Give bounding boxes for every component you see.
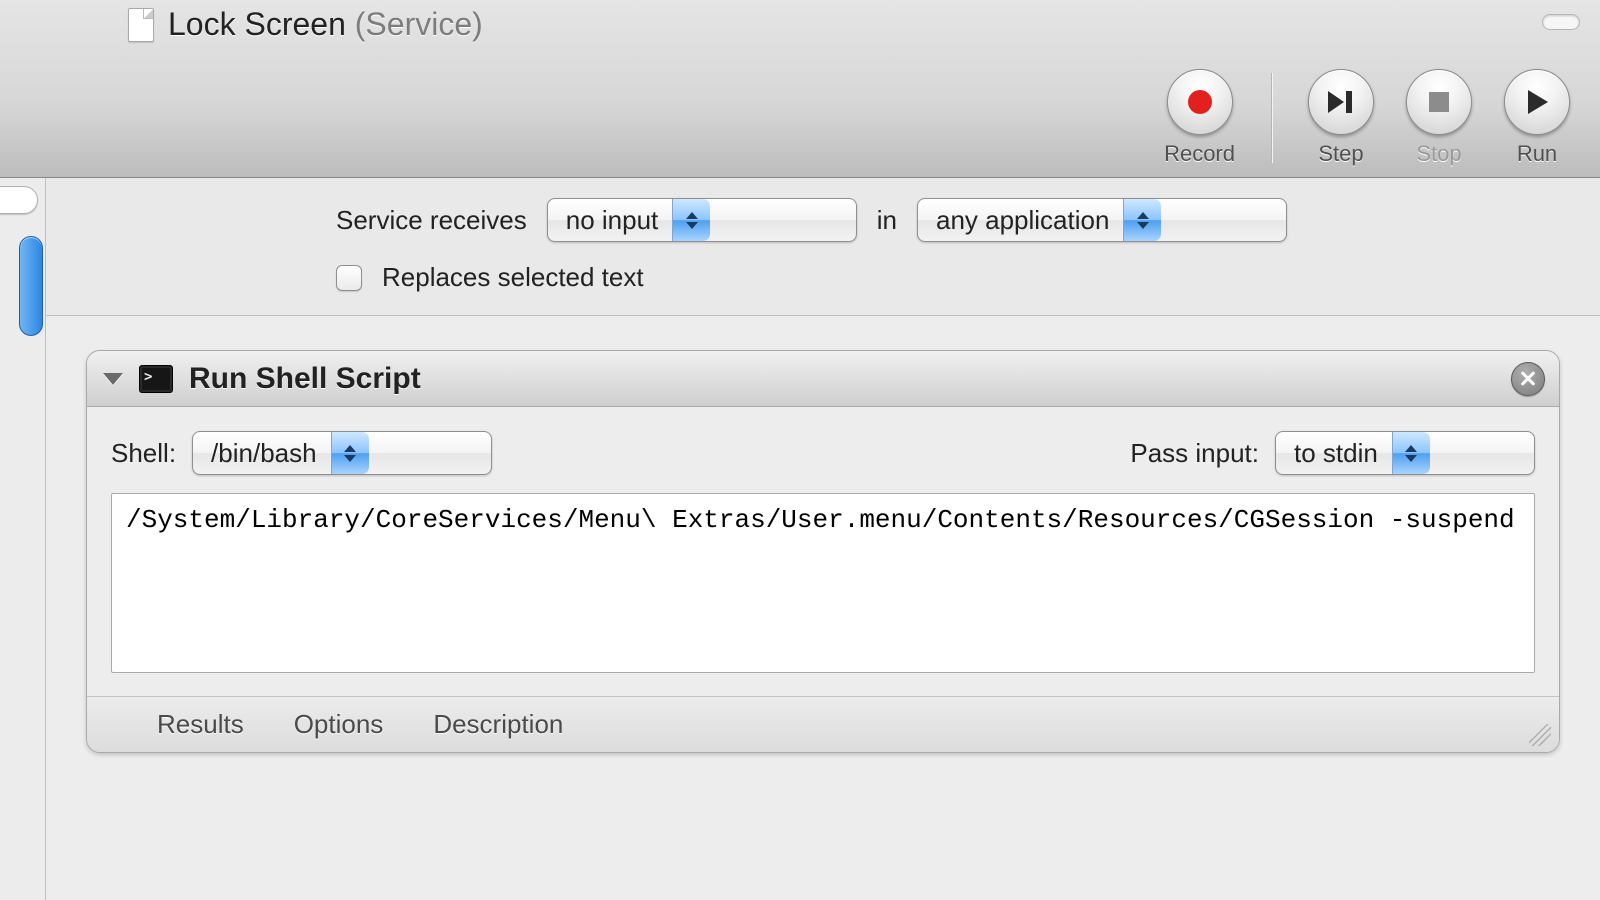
close-action-button[interactable] bbox=[1511, 362, 1545, 396]
input-type-value: no input bbox=[566, 205, 659, 236]
service-config: Service receives no input in any applica… bbox=[46, 178, 1600, 316]
tab-results[interactable]: Results bbox=[157, 709, 244, 740]
scrollbar-thumb[interactable] bbox=[19, 236, 43, 336]
disclosure-triangle-icon[interactable] bbox=[103, 373, 123, 385]
replaces-label: Replaces selected text bbox=[382, 262, 644, 293]
window-title: Lock Screen (Service) bbox=[168, 6, 483, 43]
window-toolbar: Lock Screen (Service) Record Step bbox=[0, 0, 1600, 178]
action-header[interactable]: Run Shell Script bbox=[87, 351, 1559, 407]
updown-arrows-icon bbox=[1392, 432, 1430, 474]
pass-input-label: Pass input: bbox=[1130, 438, 1259, 469]
replaces-checkbox[interactable] bbox=[336, 265, 362, 291]
run-button[interactable]: Run bbox=[1504, 69, 1570, 167]
record-icon bbox=[1186, 88, 1214, 116]
app-scope-value: any application bbox=[936, 205, 1109, 236]
resize-grip-icon[interactable] bbox=[1529, 724, 1551, 746]
library-toggle[interactable] bbox=[0, 186, 38, 214]
play-icon bbox=[1524, 88, 1550, 116]
library-gutter bbox=[0, 178, 46, 900]
document-icon bbox=[128, 8, 154, 42]
stop-button[interactable]: Stop bbox=[1406, 69, 1472, 167]
record-label: Record bbox=[1164, 141, 1235, 167]
receives-label: Service receives bbox=[336, 205, 527, 236]
pass-input-value: to stdin bbox=[1294, 438, 1378, 469]
stop-label: Stop bbox=[1416, 141, 1461, 167]
step-button[interactable]: Step bbox=[1308, 69, 1374, 167]
pass-input-select[interactable]: to stdin bbox=[1275, 431, 1535, 475]
app-scope-select[interactable]: any application bbox=[917, 198, 1287, 242]
action-title: Run Shell Script bbox=[189, 362, 421, 396]
terminal-icon bbox=[139, 365, 173, 393]
action-card: Run Shell Script Shell: /bin/bash bbox=[86, 350, 1560, 753]
stop-icon bbox=[1427, 90, 1451, 114]
updown-arrows-icon bbox=[672, 199, 710, 241]
toolbar-pill-button[interactable] bbox=[1542, 14, 1580, 30]
title-main: Lock Screen bbox=[168, 6, 346, 42]
tab-description[interactable]: Description bbox=[433, 709, 563, 740]
shell-select[interactable]: /bin/bash bbox=[192, 431, 492, 475]
updown-arrows-icon bbox=[331, 432, 369, 474]
run-label: Run bbox=[1517, 141, 1557, 167]
tab-options[interactable]: Options bbox=[294, 709, 384, 740]
record-button[interactable]: Record bbox=[1164, 69, 1235, 167]
shell-value: /bin/bash bbox=[211, 438, 317, 469]
updown-arrows-icon bbox=[1123, 199, 1161, 241]
action-footer: Results Options Description bbox=[87, 696, 1559, 752]
shell-label: Shell: bbox=[111, 438, 176, 469]
toolbar-separator bbox=[1271, 73, 1272, 163]
step-icon bbox=[1326, 89, 1356, 115]
script-textarea[interactable] bbox=[111, 493, 1535, 673]
step-label: Step bbox=[1318, 141, 1363, 167]
in-label: in bbox=[877, 205, 897, 236]
input-type-select[interactable]: no input bbox=[547, 198, 857, 242]
title-suffix: (Service) bbox=[355, 6, 483, 42]
